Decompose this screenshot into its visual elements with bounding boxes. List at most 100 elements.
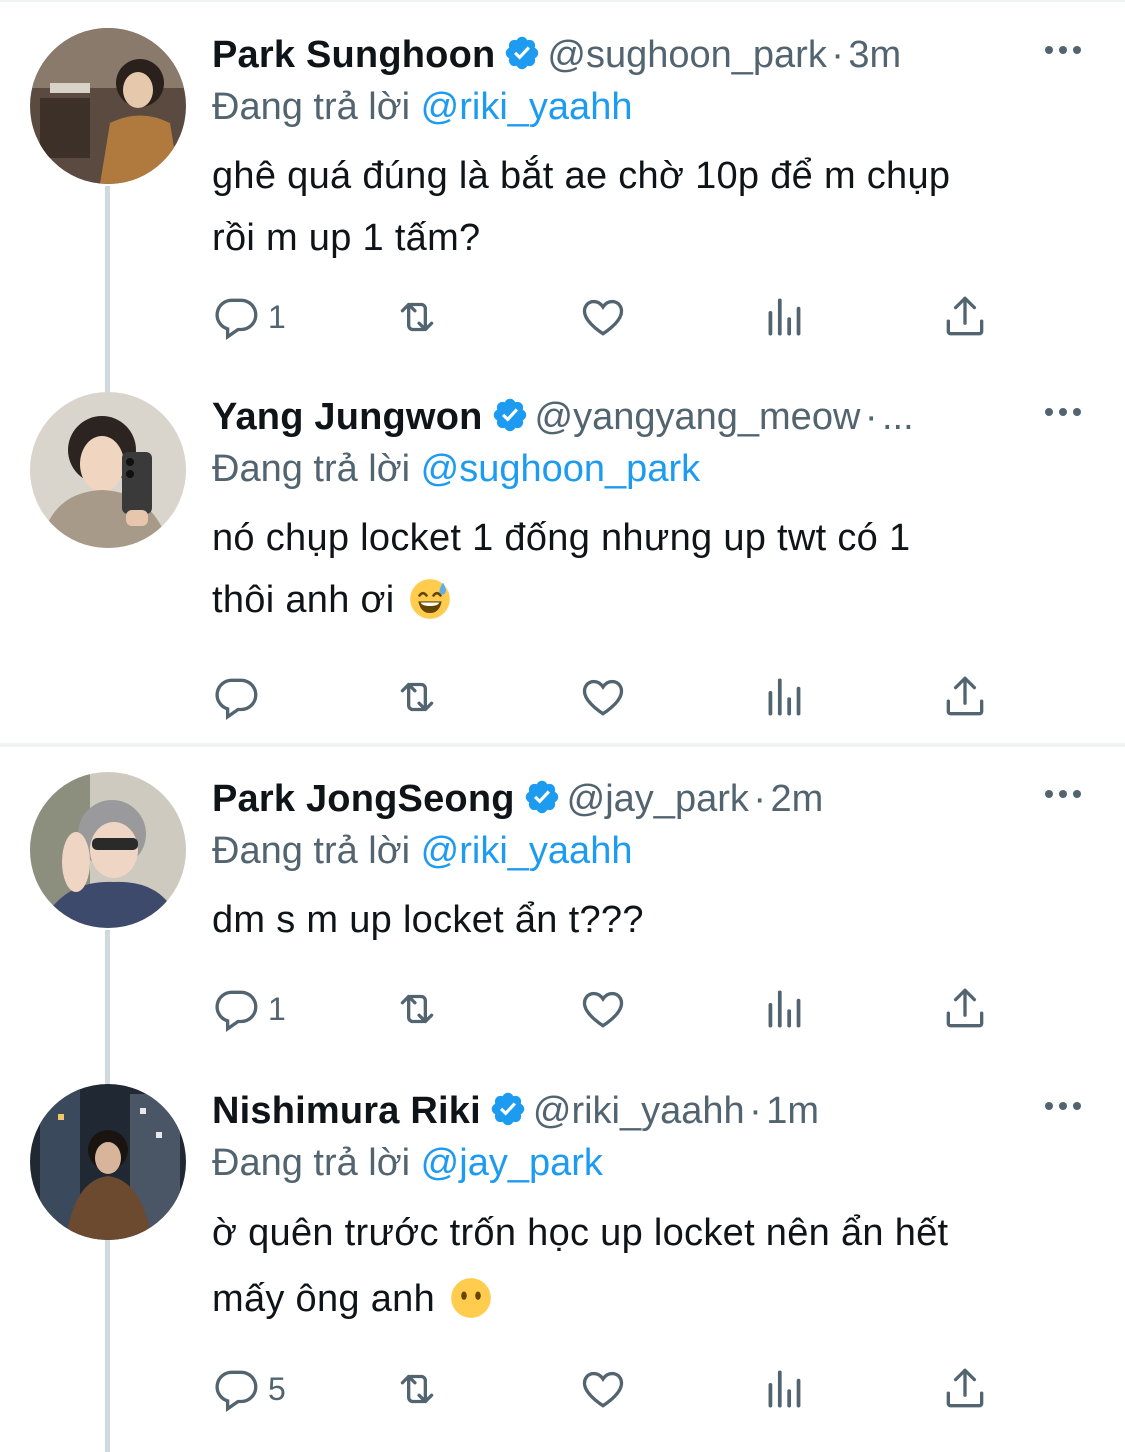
tweet-text-line-with-emoji: mấy ông anh <box>212 1266 1092 1332</box>
share-button[interactable] <box>940 982 990 1036</box>
timestamp[interactable]: 3m <box>848 34 901 76</box>
heart-icon <box>582 299 624 336</box>
verified-badge-icon <box>523 778 561 816</box>
handle[interactable]: @jay_park <box>567 778 749 820</box>
handle[interactable]: @sughoon_park <box>547 34 826 76</box>
verified-badge-icon <box>491 396 529 434</box>
analytics-icon <box>768 298 801 336</box>
share-icon <box>946 1368 984 1408</box>
handle[interactable]: @yangyang_meow <box>535 396 861 438</box>
reply-icon <box>215 678 258 720</box>
action-bar: 5 <box>212 1362 1012 1416</box>
thread-separator <box>0 743 1125 747</box>
tweet-text-line: dm s m up locket ẩn t??? <box>212 899 644 941</box>
like-button[interactable] <box>578 982 628 1036</box>
replying-to: Đang trả lời @riki_yaahh <box>212 830 632 873</box>
no-mouth-emoji-icon <box>450 1274 492 1318</box>
retweet-icon <box>400 682 434 712</box>
tweet-text: ờ quên trước trốn học up locket nên ẩn h… <box>212 1200 1092 1332</box>
reply-icon <box>215 990 258 1032</box>
tweet-text-line: thôi anh ơi <box>212 579 395 621</box>
share-button[interactable] <box>940 290 990 344</box>
action-bar: 1 <box>212 290 1012 344</box>
reply-mention-link[interactable]: @sughoon_park <box>421 448 700 490</box>
analytics-icon <box>768 678 801 716</box>
retweet-icon <box>400 302 434 332</box>
tweet-text-line: ờ quên trước trốn học up locket nên ẩn h… <box>212 1212 949 1254</box>
tweet-text: ghê quá đúng là bắt ae chờ 10p để m chụp… <box>212 145 1092 269</box>
like-button[interactable] <box>578 290 628 344</box>
separator-dot: · <box>753 778 766 820</box>
heart-icon <box>582 991 624 1028</box>
avatar[interactable] <box>30 28 186 184</box>
reply-count: 1 <box>268 990 286 1027</box>
replying-label: Đang trả lời <box>212 830 411 872</box>
reply-button[interactable]: 1 <box>212 290 286 344</box>
tweet-text-line: rồi m up 1 tấm? <box>212 217 481 259</box>
retweet-icon <box>400 994 434 1024</box>
share-button[interactable] <box>940 670 990 724</box>
reply-button[interactable]: 1 <box>212 982 286 1036</box>
heart-icon <box>582 1371 624 1408</box>
like-button[interactable] <box>578 670 628 724</box>
like-button[interactable] <box>578 1362 628 1416</box>
retweet-button[interactable] <box>392 1362 442 1416</box>
separator-dot: · <box>831 34 844 76</box>
more-options-icon[interactable] <box>1043 1096 1083 1116</box>
tweet[interactable]: Yang Jungwon @yangyang_meow · ... Đang tr… <box>0 362 1125 742</box>
analytics-icon <box>768 990 801 1028</box>
replying-label: Đang trả lời <box>212 448 411 490</box>
reply-mention-link[interactable]: @jay_park <box>421 1142 603 1184</box>
replying-to: Đang trả lời @jay_park <box>212 1142 603 1185</box>
views-button[interactable] <box>760 670 810 724</box>
replying-label: Đang trả lời <box>212 86 411 128</box>
tweet-text: nó chụp locket 1 đống nhưng up twt có 1 … <box>212 507 1092 631</box>
tweet[interactable]: Nishimura Riki @riki_yaahh · 1m Đang trả … <box>0 1062 1125 1452</box>
display-name[interactable]: Yang Jungwon <box>212 396 483 438</box>
tweet-text: dm s m up locket ẩn t??? <box>212 889 1092 951</box>
handle[interactable]: @riki_yaahh <box>533 1090 745 1132</box>
heart-icon <box>582 679 624 716</box>
avatar[interactable] <box>30 1084 186 1240</box>
reply-mention-link[interactable]: @riki_yaahh <box>421 830 633 872</box>
timestamp[interactable]: ... <box>882 396 914 438</box>
timestamp[interactable]: 1m <box>766 1090 819 1132</box>
share-icon <box>946 988 984 1028</box>
share-icon <box>946 676 984 716</box>
tweet-header: Park Sunghoon @sughoon_park · 3m <box>212 34 1105 82</box>
reply-count: 5 <box>268 1370 286 1407</box>
replying-label: Đang trả lời <box>212 1142 411 1184</box>
tweet-text-line: mấy ông anh <box>212 1278 436 1320</box>
display-name[interactable]: Park JongSeong <box>212 778 515 820</box>
tweet-header: Nishimura Riki @riki_yaahh · 1m <box>212 1090 1105 1138</box>
views-button[interactable] <box>760 290 810 344</box>
views-button[interactable] <box>760 1362 810 1416</box>
more-options-icon[interactable] <box>1043 784 1083 804</box>
share-icon <box>946 296 984 336</box>
separator-dot: · <box>864 396 878 438</box>
avatar[interactable] <box>30 772 186 928</box>
reply-button[interactable] <box>212 670 268 724</box>
reply-icon <box>215 298 258 340</box>
display-name[interactable]: Nishimura Riki <box>212 1090 481 1132</box>
replying-to: Đang trả lời @riki_yaahh <box>212 86 632 129</box>
tweet-text-line: ghê quá đúng là bắt ae chờ 10p để m chụp <box>212 155 951 197</box>
display-name[interactable]: Park Sunghoon <box>212 34 495 76</box>
action-bar <box>212 670 1012 724</box>
share-button[interactable] <box>940 1362 990 1416</box>
retweet-button[interactable] <box>392 290 442 344</box>
timestamp[interactable]: 2m <box>770 778 823 820</box>
tweet-text-line: nó chụp locket 1 đống nhưng up twt có 1 <box>212 517 911 559</box>
retweet-button[interactable] <box>392 670 442 724</box>
more-options-icon[interactable] <box>1043 402 1083 422</box>
avatar[interactable] <box>30 392 186 548</box>
retweet-button[interactable] <box>392 982 442 1036</box>
reply-button[interactable]: 5 <box>212 1362 286 1416</box>
views-button[interactable] <box>760 982 810 1036</box>
tweet[interactable]: Park Sunghoon @sughoon_park · 3m Đang trả… <box>0 0 1125 380</box>
tweet-header: Park JongSeong @jay_park · 2m <box>212 778 1105 826</box>
tweet[interactable]: Park JongSeong @jay_park · 2m Đang trả lờ… <box>0 750 1125 1070</box>
more-options-icon[interactable] <box>1043 40 1083 60</box>
reply-mention-link[interactable]: @riki_yaahh <box>421 86 633 128</box>
verified-badge-icon <box>503 34 541 72</box>
